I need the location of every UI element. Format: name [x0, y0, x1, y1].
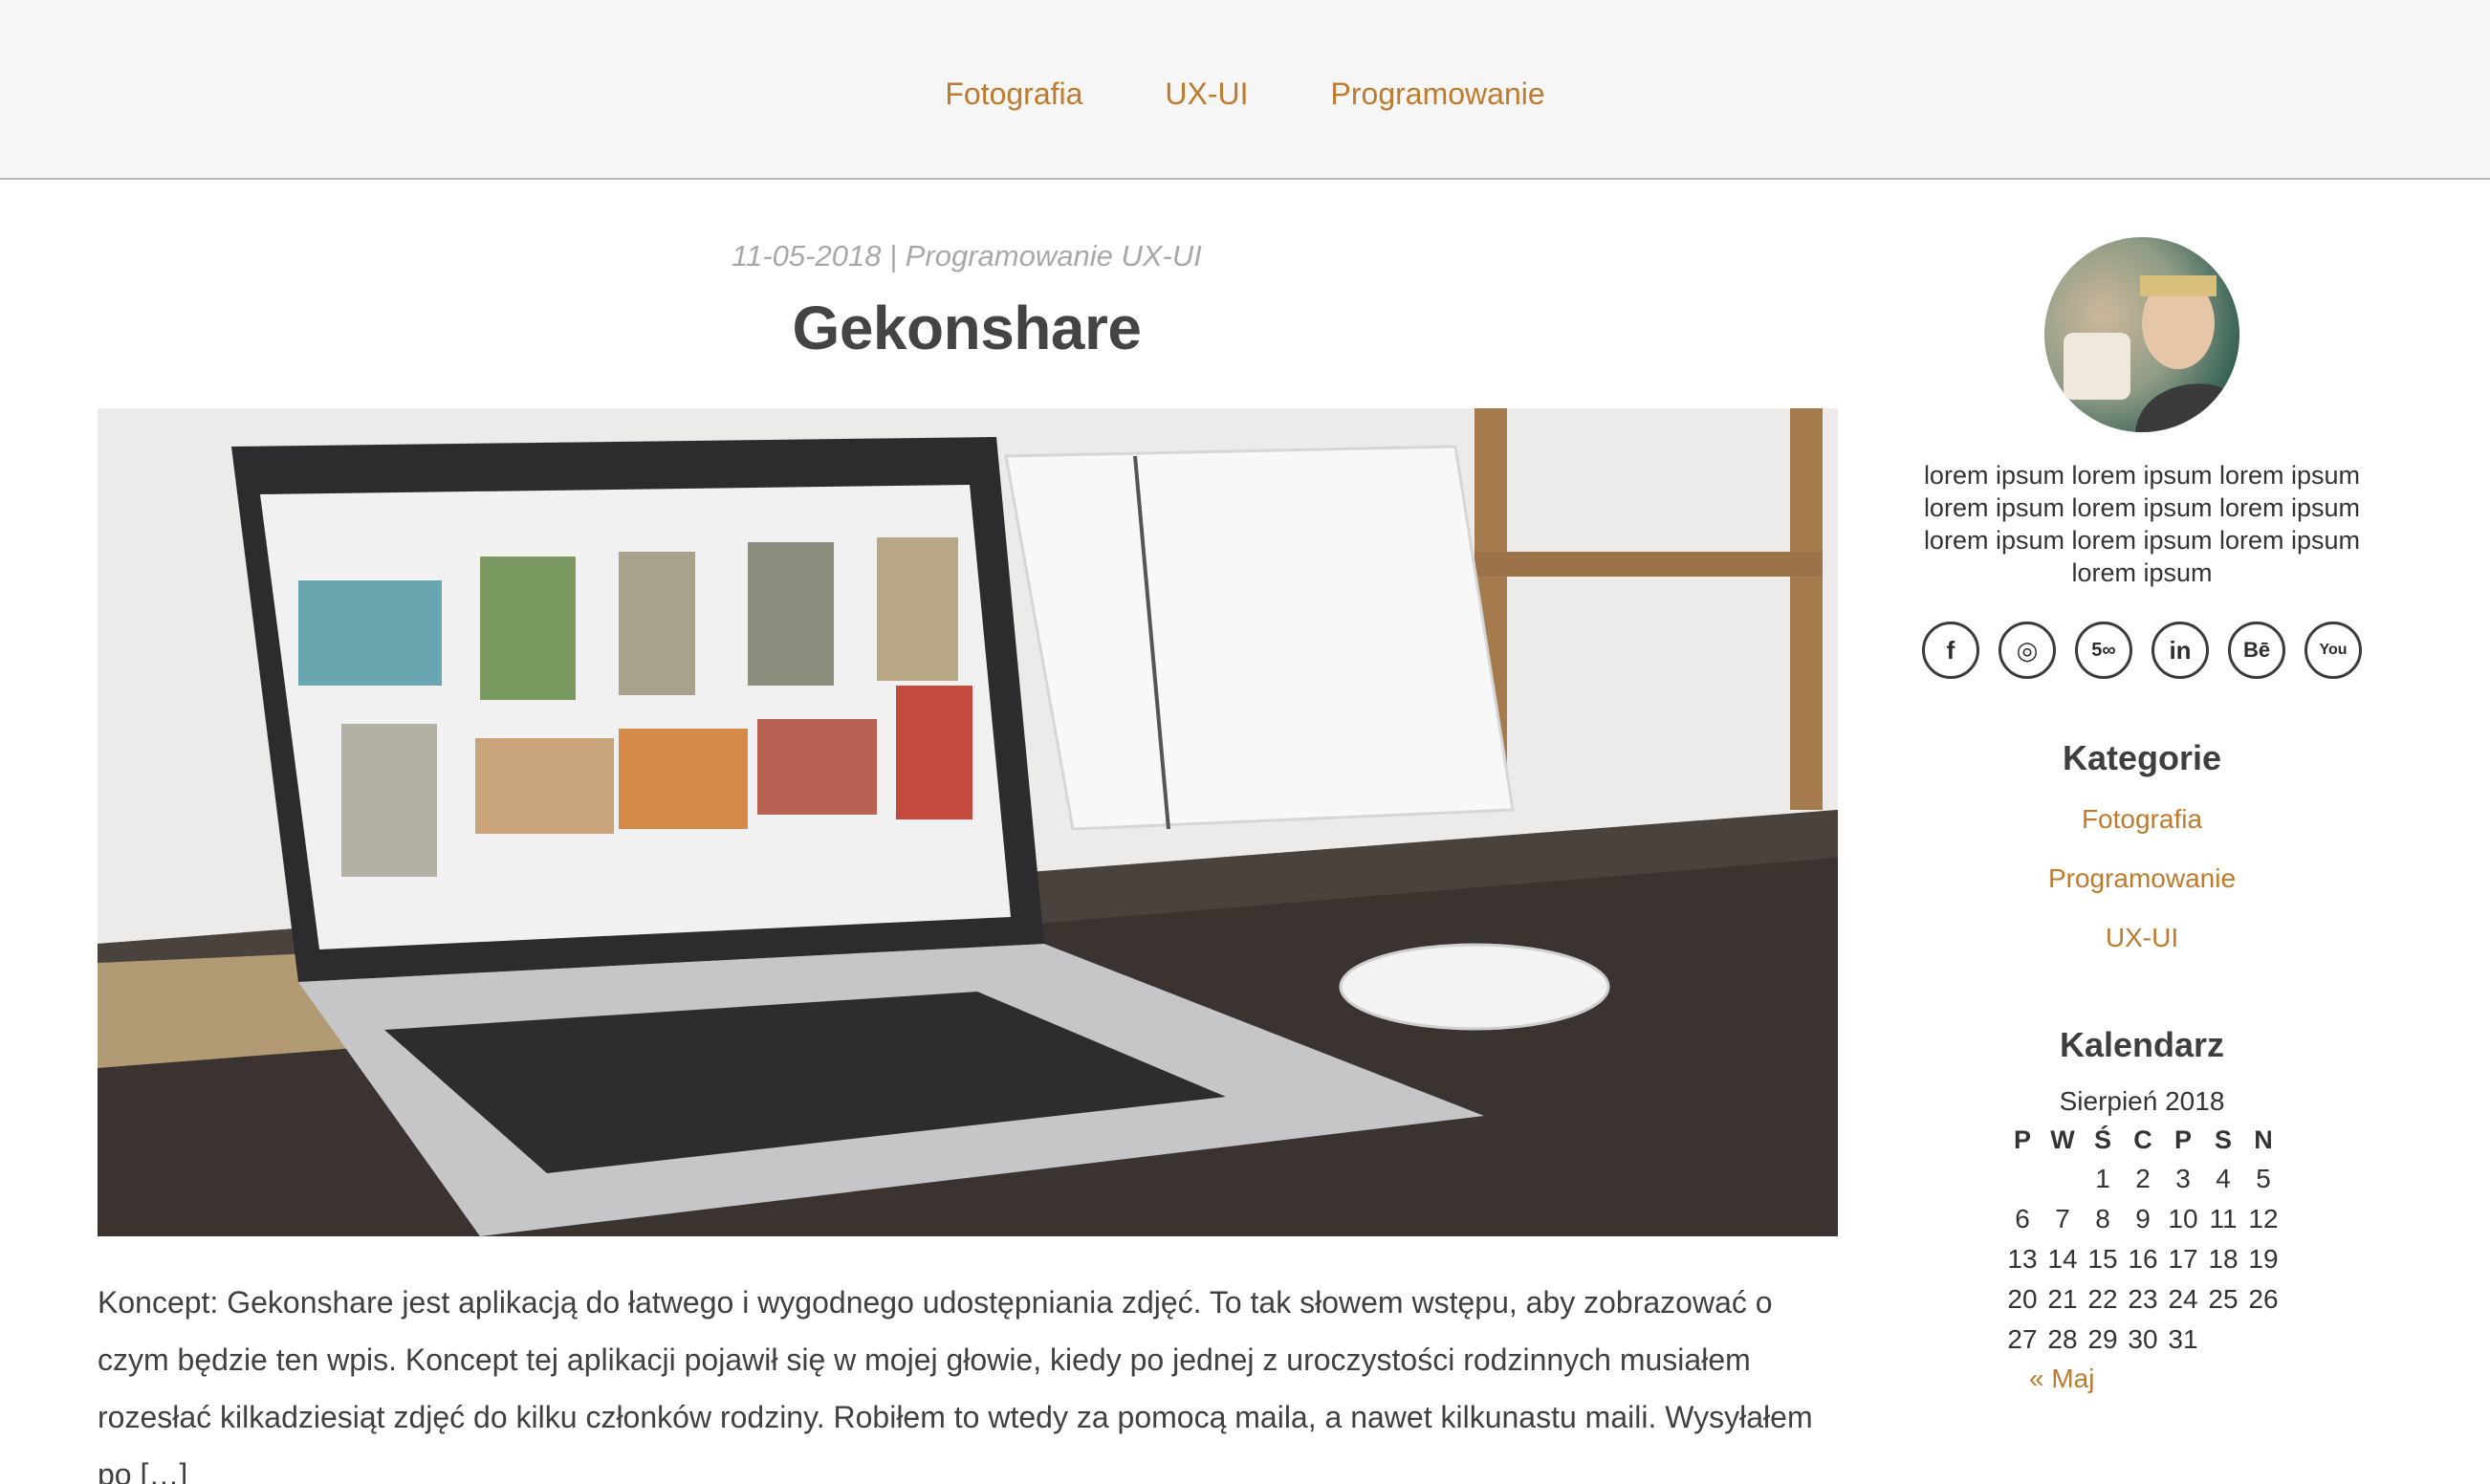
- calendar-day: 11: [2209, 1204, 2238, 1233]
- category-fotografia[interactable]: Fotografia: [1912, 790, 2371, 849]
- calendar-day: 7: [2055, 1204, 2070, 1233]
- calendar-day: 2: [2135, 1164, 2151, 1193]
- post-title[interactable]: Gekonshare: [96, 293, 1838, 363]
- calendar-day: 8: [2095, 1204, 2110, 1233]
- sidebar: lorem ipsum lorem ipsum lorem ipsum lore…: [1912, 237, 2371, 1398]
- calendar-week: 20 21 22 23 24 25 26: [2002, 1279, 2283, 1320]
- calendar-day: 16: [2128, 1244, 2158, 1274]
- calendar-day: 20: [2007, 1284, 2038, 1314]
- calendar-day: [2203, 1320, 2243, 1360]
- calendar-day: 28: [2047, 1324, 2078, 1354]
- calendar-day: 15: [2087, 1244, 2118, 1274]
- post-featured-image[interactable]: [98, 408, 1838, 1236]
- calendar-day: 25: [2208, 1284, 2239, 1314]
- laptop-desk-photo: [98, 408, 1838, 1236]
- calendar-day: 18: [2208, 1244, 2239, 1274]
- calendar-day: 30: [2128, 1324, 2158, 1354]
- calendar-day: 23: [2128, 1284, 2158, 1314]
- calendar-day: 24: [2168, 1284, 2198, 1314]
- calendar-day: 13: [2007, 1244, 2038, 1274]
- weekday: P: [2013, 1124, 2031, 1154]
- calendar-table: P W Ś C P S N 1 2 3 4 5 6 7 8 9 10 11 12…: [2002, 1121, 2283, 1360]
- calendar-week: 6 7 8 9 10 11 12: [2002, 1199, 2283, 1239]
- calendar-day: 22: [2087, 1284, 2118, 1314]
- weekday: C: [2133, 1124, 2152, 1154]
- categories-list: Fotografia Programowanie UX-UI: [1912, 790, 2371, 968]
- youtube-icon[interactable]: You: [2304, 622, 2362, 679]
- calendar-day: 29: [2087, 1324, 2118, 1354]
- calendar-weekdays: P W Ś C P S N: [2002, 1121, 2283, 1159]
- post-meta: 11-05-2018 | Programowanie UX-UI: [732, 239, 1202, 273]
- calendar-caption: Sierpień 2018: [2059, 1086, 2225, 1116]
- calendar-day: 31: [2168, 1324, 2198, 1354]
- weekday: S: [2214, 1124, 2232, 1154]
- calendar-day: [2002, 1159, 2042, 1199]
- facebook-icon[interactable]: f: [1922, 622, 1979, 679]
- calendar-day: 19: [2248, 1244, 2279, 1274]
- weekday: W: [2050, 1124, 2075, 1154]
- calendar-widget: Kalendarz Sierpień 2018 P W Ś C P S N 1: [1912, 1025, 2371, 1398]
- calendar-day: 17: [2168, 1244, 2198, 1274]
- category-programowanie[interactable]: Programowanie: [1912, 849, 2371, 908]
- calendar-day: 26: [2248, 1284, 2279, 1314]
- author-photo: [2064, 275, 2239, 432]
- author-bio: lorem ipsum lorem ipsum lorem ipsum lore…: [1923, 461, 2361, 587]
- weekday: N: [2254, 1124, 2273, 1154]
- categories-title: Kategorie: [2062, 738, 2222, 777]
- calendar-title: Kalendarz: [2059, 1025, 2225, 1064]
- calendar-week: 27 28 29 30 31: [2002, 1320, 2283, 1360]
- weekday: P: [2173, 1124, 2192, 1154]
- site-header: Fotografia UX-UI Programowanie: [0, 0, 2490, 180]
- nav-link-programowanie[interactable]: Programowanie: [1331, 69, 1545, 119]
- calendar-day: 4: [2216, 1164, 2231, 1193]
- post-excerpt: Koncept: Gekonshare jest aplikacją do ła…: [98, 1285, 1813, 1484]
- category-ux-ui[interactable]: UX-UI: [1912, 908, 2371, 968]
- calendar-day: [2042, 1159, 2083, 1199]
- linkedin-icon[interactable]: in: [2151, 622, 2209, 679]
- calendar-day: 14: [2047, 1244, 2078, 1274]
- nav-link-fotografia[interactable]: Fotografia: [945, 69, 1082, 119]
- calendar-week: 1 2 3 4 5: [2002, 1159, 2283, 1199]
- behance-icon[interactable]: Bē: [2228, 622, 2285, 679]
- calendar-prev-month-link[interactable]: « Maj: [1912, 1360, 2371, 1398]
- calendar-day: 12: [2248, 1204, 2279, 1233]
- author-avatar: [2044, 237, 2239, 432]
- calendar-day: 9: [2135, 1204, 2151, 1233]
- social-links: f ◎ 5∞ in Bē You: [1912, 622, 2371, 679]
- calendar-day: 10: [2168, 1204, 2198, 1233]
- calendar-day: 21: [2047, 1284, 2078, 1314]
- calendar-day: 6: [2015, 1204, 2030, 1233]
- calendar-day: 5: [2256, 1164, 2271, 1193]
- instagram-icon[interactable]: ◎: [1999, 622, 2056, 679]
- calendar-day: 3: [2175, 1164, 2191, 1193]
- calendar-day: 27: [2007, 1324, 2038, 1354]
- main-nav: Fotografia UX-UI Programowanie: [0, 69, 2490, 119]
- 500px-icon[interactable]: 5∞: [2075, 622, 2132, 679]
- calendar-day: 1: [2095, 1164, 2110, 1193]
- weekday: Ś: [2093, 1124, 2111, 1154]
- calendar-day: [2243, 1320, 2283, 1360]
- calendar-week: 13 14 15 16 17 18 19: [2002, 1239, 2283, 1279]
- nav-link-ux-ui[interactable]: UX-UI: [1165, 69, 1248, 119]
